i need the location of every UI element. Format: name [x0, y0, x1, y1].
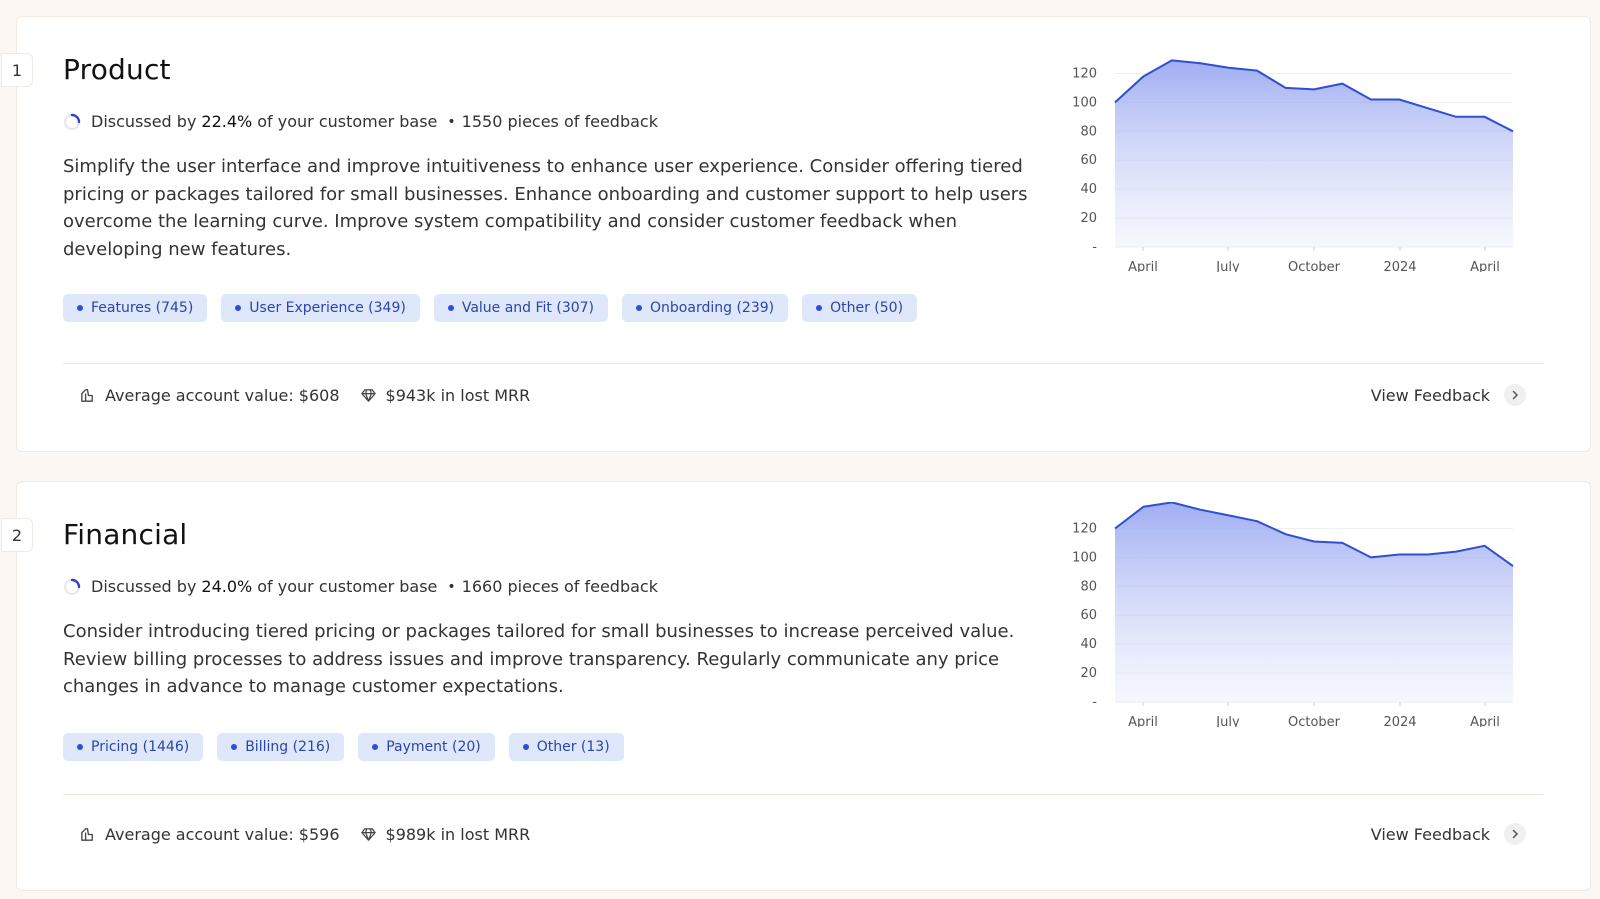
y-tick-label: 20 — [1080, 666, 1097, 681]
rank-badge: 2 — [1, 518, 33, 552]
topic-summary: Consider introducing tiered pricing or p… — [63, 621, 1015, 697]
trend-chart: - 20 40 60 80 100 120 April July October 2024 April — [1072, 59, 1514, 272]
x-tick-label: July — [1215, 260, 1240, 272]
tag-chip[interactable]: Features (745) — [63, 294, 208, 322]
tag-dot-icon — [636, 305, 643, 311]
view-feedback-button[interactable]: View Feedback — [1371, 823, 1526, 845]
view-feedback-label: View Feedback — [1370, 824, 1490, 844]
y-tick-label: 120 — [1072, 521, 1097, 536]
y-tick-label: 80 — [1080, 124, 1097, 139]
y-tick-label: 80 — [1080, 579, 1097, 594]
chevron-right-icon — [1504, 823, 1526, 845]
tag-label: Pricing (1446) — [91, 739, 190, 755]
tag-chip[interactable]: Pricing (1446) — [63, 733, 204, 761]
diamond-icon — [360, 828, 376, 841]
series-area — [1115, 502, 1513, 702]
tag-dot-icon — [522, 744, 529, 750]
topic-summary: Simplify the user interface and improve … — [63, 156, 1028, 260]
tag-list: Features (745) User Experience (349) Value… — [63, 294, 918, 322]
tag-chip[interactable]: Value and Fit (307) — [433, 294, 609, 322]
discussed-prefix: Discussed by — [91, 577, 197, 596]
tag-label: Features (745) — [91, 300, 194, 316]
tag-dot-icon — [235, 305, 242, 311]
rank-badge: 1 — [1, 53, 33, 87]
y-tick-label: - — [1092, 240, 1097, 255]
tag-chip[interactable]: Onboarding (239) — [622, 294, 789, 322]
progress-ring-icon — [64, 113, 81, 130]
x-tick-label: April — [1470, 260, 1500, 272]
card-footer: Average account value: $608 $943k in los… — [79, 386, 530, 405]
y-tick-label: 120 — [1072, 66, 1097, 81]
tag-dot-icon — [447, 305, 454, 311]
lost-mrr: $943k in lost MRR — [385, 386, 531, 405]
separator: • — [447, 113, 456, 130]
tag-dot-icon — [231, 744, 238, 750]
x-tick-label: April — [1470, 715, 1500, 727]
trend-chart: - 20 40 60 80 100 120 April July October 2024 April — [1072, 502, 1514, 727]
topic-stats: Discussed by 24.0% of your customer base… — [63, 577, 658, 596]
divider — [63, 363, 1544, 364]
coin-stack-icon — [81, 828, 93, 841]
tag-chip[interactable]: Payment (20) — [358, 733, 495, 761]
x-tick-label: 2024 — [1383, 260, 1416, 272]
average-account-value: Average account value: $596 — [105, 825, 340, 844]
coin-stack-icon — [81, 389, 93, 402]
tag-label: Value and Fit (307) — [461, 300, 595, 316]
tag-dot-icon — [816, 305, 823, 311]
y-tick-label: 40 — [1080, 637, 1097, 652]
feedback-count: 1550 pieces of feedback — [461, 112, 658, 131]
tag-chip[interactable]: User Experience (349) — [221, 294, 420, 322]
customer-base-percent: 22.4% — [201, 112, 253, 131]
x-tick-label: April — [1128, 260, 1158, 272]
progress-ring-icon — [64, 578, 81, 595]
y-tick-label: 100 — [1072, 95, 1097, 110]
diamond-icon — [360, 389, 376, 402]
topic-title: Product — [63, 53, 171, 86]
card-footer: Average account value: $596 $989k in los… — [79, 825, 530, 844]
tag-label: User Experience (349) — [249, 300, 406, 316]
discussed-suffix: of your customer base — [257, 112, 438, 131]
tag-label: Payment (20) — [386, 739, 481, 755]
separator: • — [447, 578, 456, 595]
divider — [63, 794, 1544, 795]
x-tick-label: October — [1288, 715, 1341, 727]
discussed-suffix: of your customer base — [257, 577, 438, 596]
y-tick-label: 40 — [1080, 182, 1097, 197]
average-account-value: Average account value: $608 — [105, 386, 340, 405]
feedback-count: 1660 pieces of feedback — [461, 577, 658, 596]
topic-title: Financial — [63, 518, 188, 551]
view-feedback-label: View Feedback — [1370, 385, 1490, 405]
x-tick-label: October — [1288, 260, 1341, 272]
y-tick-label: 100 — [1072, 550, 1097, 565]
tag-label: Onboarding (239) — [650, 300, 775, 316]
topic-stats: Discussed by 22.4% of your customer base… — [63, 112, 658, 131]
x-tick-label: 2024 — [1383, 715, 1416, 727]
y-tick-label: 60 — [1080, 608, 1097, 623]
view-feedback-button[interactable]: View Feedback — [1371, 384, 1526, 406]
x-tick-label: April — [1128, 715, 1158, 727]
customer-base-percent: 24.0% — [201, 577, 253, 596]
x-tick-label: July — [1215, 715, 1240, 727]
tag-label: Other (50) — [830, 300, 904, 316]
tag-chip[interactable]: Other (13) — [508, 733, 624, 761]
y-tick-label: - — [1092, 695, 1097, 710]
tag-list: Pricing (1446) Billing (216) Payment (20) O… — [63, 733, 624, 761]
tag-label: Billing (216) — [245, 739, 331, 755]
y-tick-label: 20 — [1080, 211, 1097, 226]
tag-chip[interactable]: Other (50) — [802, 294, 918, 322]
lost-mrr: $989k in lost MRR — [385, 825, 531, 844]
tag-label: Other (13) — [536, 739, 610, 755]
topic-card-product: 1 Product Discussed by 22.4% of your cus… — [1, 16, 1591, 452]
chevron-right-icon — [1504, 384, 1526, 406]
tag-dot-icon — [372, 744, 379, 750]
tag-dot-icon — [77, 744, 83, 750]
tag-dot-icon — [77, 305, 83, 311]
discussed-prefix: Discussed by — [91, 112, 197, 131]
y-tick-label: 60 — [1080, 153, 1097, 168]
tag-chip[interactable]: Billing (216) — [217, 733, 345, 761]
topic-card-financial: 2 Financial Discussed by 24.0% of your c… — [1, 481, 1591, 891]
